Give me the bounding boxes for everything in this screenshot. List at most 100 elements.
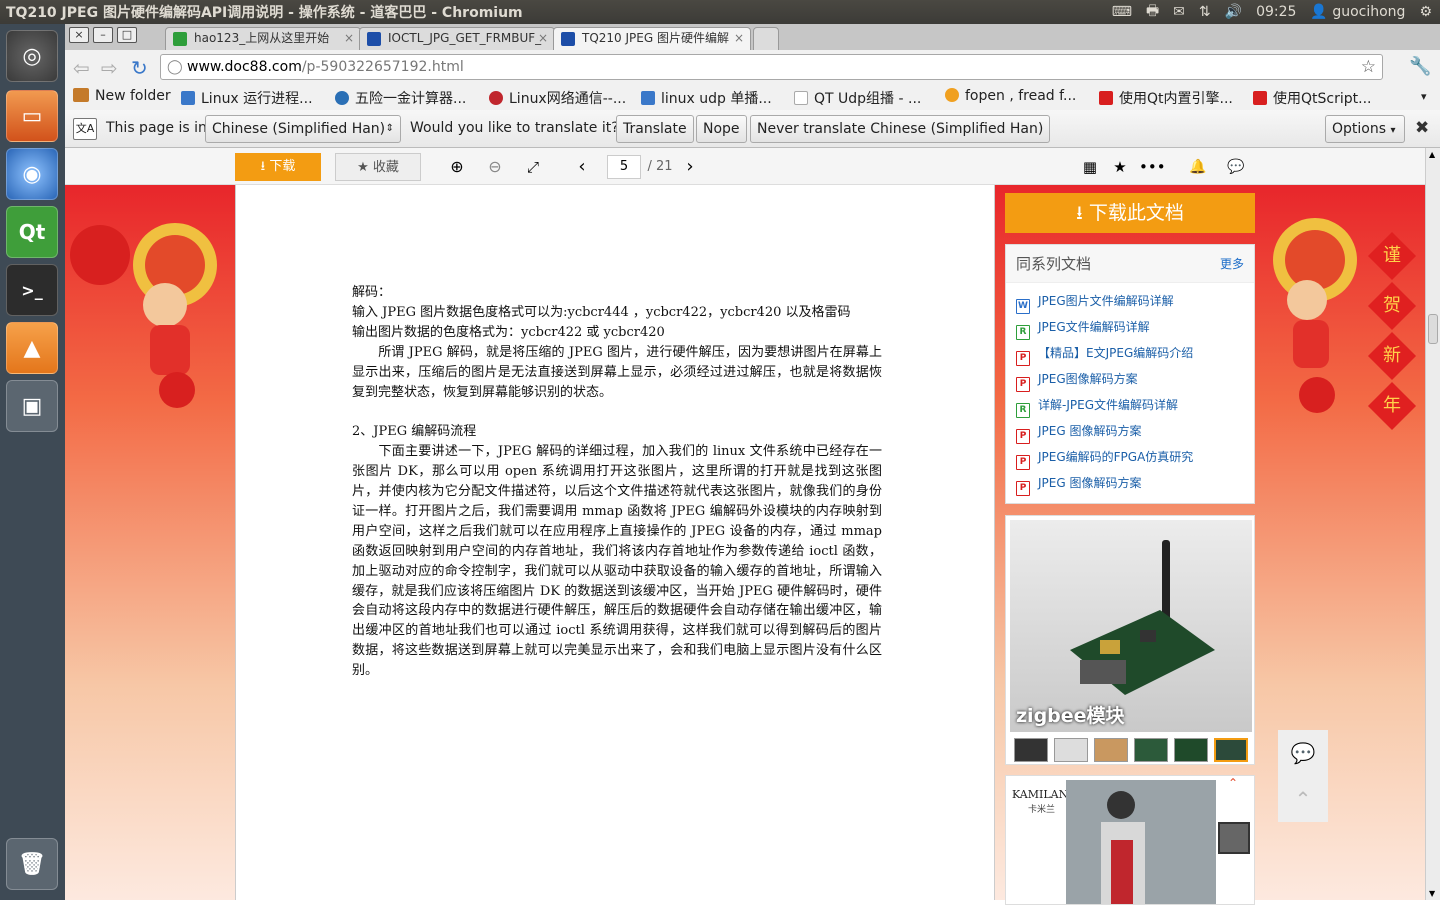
series-item[interactable]: W JPEG图片文件编解码详解 (1016, 292, 1174, 314)
new-tab-button[interactable] (753, 27, 779, 50)
ad-thumbnail[interactable] (1134, 738, 1168, 762)
mail-icon[interactable]: ✉ (1173, 4, 1185, 20)
notification-bell-icon[interactable]: 🔔 (1187, 153, 1209, 181)
favorite-label: 收藏 (372, 160, 399, 175)
bookmark-fopen[interactable]: fopen , fread f... (945, 88, 1076, 104)
language-select[interactable]: Chinese (Simplified Han) ⇕ (205, 115, 401, 143)
series-item[interactable]: R 详解-JPEG文件编解码详解 (1016, 396, 1178, 418)
volume-icon[interactable]: 🔊 (1225, 4, 1242, 20)
nope-button[interactable]: Nope (696, 115, 747, 143)
tab-tq210-jpeg[interactable]: TQ210 JPEG 图片硬件编解 × (553, 27, 751, 50)
bookmark-qt-engine[interactable]: 使用Qt内置引擎... (1099, 88, 1233, 108)
ad-thumbnail-selected[interactable] (1218, 822, 1250, 854)
forward-arrow-icon[interactable]: ⇨ (101, 56, 118, 80)
series-item[interactable]: P JPEG编解码的FPGA仿真研究 (1016, 448, 1193, 470)
series-item-label: JPEG 图像解码方案 (1038, 476, 1142, 490)
dropdown-arrow-icon: ▾ (1390, 125, 1396, 136)
ad-thumbnail[interactable] (1054, 738, 1088, 762)
options-button[interactable]: Options ▾ (1325, 115, 1405, 143)
translate-button[interactable]: Translate (616, 115, 694, 143)
bookmark-new-folder[interactable]: New folder (73, 88, 171, 104)
series-item[interactable]: R JPEG文件编解码详解 (1016, 318, 1150, 340)
fashion-ad[interactable]: KAMILAN 卡米兰 ⌃ (1005, 775, 1255, 905)
new-year-banner: 谨 贺 新 年 (1367, 231, 1417, 439)
favorite-button[interactable]: ★ 收藏 (335, 153, 421, 181)
clock[interactable]: 09:25 (1256, 4, 1296, 20)
tab-label: hao123_上网从这里开始 (194, 31, 330, 45)
tab-close-icon[interactable]: × (538, 28, 548, 49)
never-translate-button[interactable]: Never translate Chinese (Simplified Han) (750, 115, 1051, 143)
zigbee-ad[interactable]: zigbee模块 (1005, 515, 1255, 765)
series-item[interactable]: P JPEG图像解码方案 (1016, 370, 1138, 392)
tab-close-icon[interactable]: × (734, 28, 744, 49)
scroll-up-icon[interactable]: ▲ (1429, 150, 1435, 159)
chevron-up-icon[interactable]: ⌃ (1228, 776, 1238, 790)
bookmark-label: linux udp 单播... (661, 91, 772, 107)
bookmarks-overflow-icon[interactable]: ▾ (1421, 90, 1427, 103)
wrench-menu-icon[interactable]: 🔧 (1409, 56, 1431, 77)
reload-icon[interactable]: ↻ (131, 56, 148, 80)
back-to-top-icon[interactable]: ⌃ (1278, 776, 1328, 822)
bookmark-qtscript[interactable]: 使用QtScript... (1253, 88, 1371, 108)
dash-home-icon[interactable]: ◎ (6, 30, 58, 82)
series-item-label: JPEG图像解码方案 (1038, 372, 1138, 386)
tab-ioctl[interactable]: IOCTL_JPG_GET_FRMBUF_ × (359, 27, 555, 50)
more-dots-icon[interactable]: ••• (1139, 153, 1166, 181)
settings-gear-icon[interactable]: ⚙ (1419, 4, 1432, 20)
next-page-icon[interactable]: › (679, 153, 701, 181)
series-item-label: JPEG 图像解码方案 (1038, 424, 1142, 438)
bookmark-linux-udp[interactable]: linux udp 单播... (641, 88, 772, 108)
more-link[interactable]: 更多 (1220, 245, 1244, 283)
message-icon[interactable]: 💬 (1225, 153, 1247, 181)
bookmark-label: New folder (95, 88, 171, 104)
printer-icon[interactable]: 🖶 (1146, 0, 1159, 24)
scrollbar[interactable]: ▲ ▼ (1425, 148, 1440, 900)
files-folder-icon[interactable]: ▭ (6, 90, 58, 142)
download-button[interactable]: ⭳ 下载 (235, 153, 321, 181)
download-document-button[interactable]: ⭳ 下载此文档 (1005, 193, 1255, 233)
ad-thumbnail[interactable] (1174, 738, 1208, 762)
window-minimize-button[interactable]: – (93, 27, 113, 43)
zoom-in-icon[interactable]: ⊕ (445, 153, 469, 181)
ad-thumbnail-selected[interactable] (1214, 738, 1248, 762)
trash-icon[interactable]: 🗑 (6, 838, 58, 890)
bookmark-linux-process[interactable]: Linux 运行进程... (181, 88, 313, 108)
series-item[interactable]: P 【精品】E文JPEG编解码介绍 (1016, 344, 1193, 366)
bookmark-insurance-calc[interactable]: 五险一金计算器... (335, 88, 466, 108)
bookmark-star-icon[interactable]: ★ (1109, 153, 1131, 181)
wechat-share-icon[interactable]: 💬 (1278, 730, 1328, 776)
window-close-button[interactable]: × (69, 27, 89, 43)
tab-close-icon[interactable]: × (344, 28, 354, 49)
ad-thumbnail[interactable] (1014, 738, 1048, 762)
qt-creator-icon[interactable]: Qt (6, 206, 58, 258)
address-bar[interactable]: ◯ www.doc88.com/p-590322657192.html ☆ (160, 54, 1383, 80)
back-arrow-icon[interactable]: ⇦ (73, 56, 90, 80)
tab-hao123[interactable]: hao123_上网从这里开始 × (165, 27, 361, 50)
download-document-label: 下载此文档 (1088, 202, 1184, 224)
close-infobar-icon[interactable]: ✖ (1415, 118, 1429, 138)
prev-page-icon[interactable]: ‹ (571, 153, 593, 181)
vlc-icon[interactable]: ▲ (6, 322, 58, 374)
page-number-input[interactable]: 5 (607, 155, 641, 179)
series-item[interactable]: P JPEG 图像解码方案 (1016, 474, 1141, 496)
scroll-thumb[interactable] (1428, 314, 1438, 344)
download-label: 下载 (269, 159, 296, 174)
terminal-icon[interactable]: >_ (6, 264, 58, 316)
bookmark-star-icon[interactable]: ☆ (1361, 55, 1376, 79)
keyboard-icon[interactable]: ⌨ (1112, 4, 1132, 20)
network-icon[interactable]: ⇅ (1199, 4, 1211, 20)
scroll-down-icon[interactable]: ▼ (1429, 889, 1435, 898)
qr-code-icon[interactable]: ▦ (1079, 153, 1101, 181)
bookmark-linux-network[interactable]: Linux网络通信--... (489, 88, 626, 108)
download-icon: ⭳ (260, 159, 266, 174)
fullscreen-icon[interactable]: ⤢ (521, 153, 545, 181)
bookmark-qt-udp[interactable]: QT Udp组播 - ... (794, 88, 921, 108)
zoom-out-icon[interactable]: ⊖ (483, 153, 507, 181)
workspace-switcher-icon[interactable]: ▣ (6, 380, 58, 432)
user-menu[interactable]: 👤 guocihong (1310, 4, 1405, 20)
window-restore-button[interactable]: □ (117, 27, 137, 43)
ad-caption: zigbee模块 (1016, 705, 1125, 727)
chromium-icon[interactable]: ◉ (6, 148, 58, 200)
series-item[interactable]: P JPEG 图像解码方案 (1016, 422, 1141, 444)
ad-thumbnail[interactable] (1094, 738, 1128, 762)
